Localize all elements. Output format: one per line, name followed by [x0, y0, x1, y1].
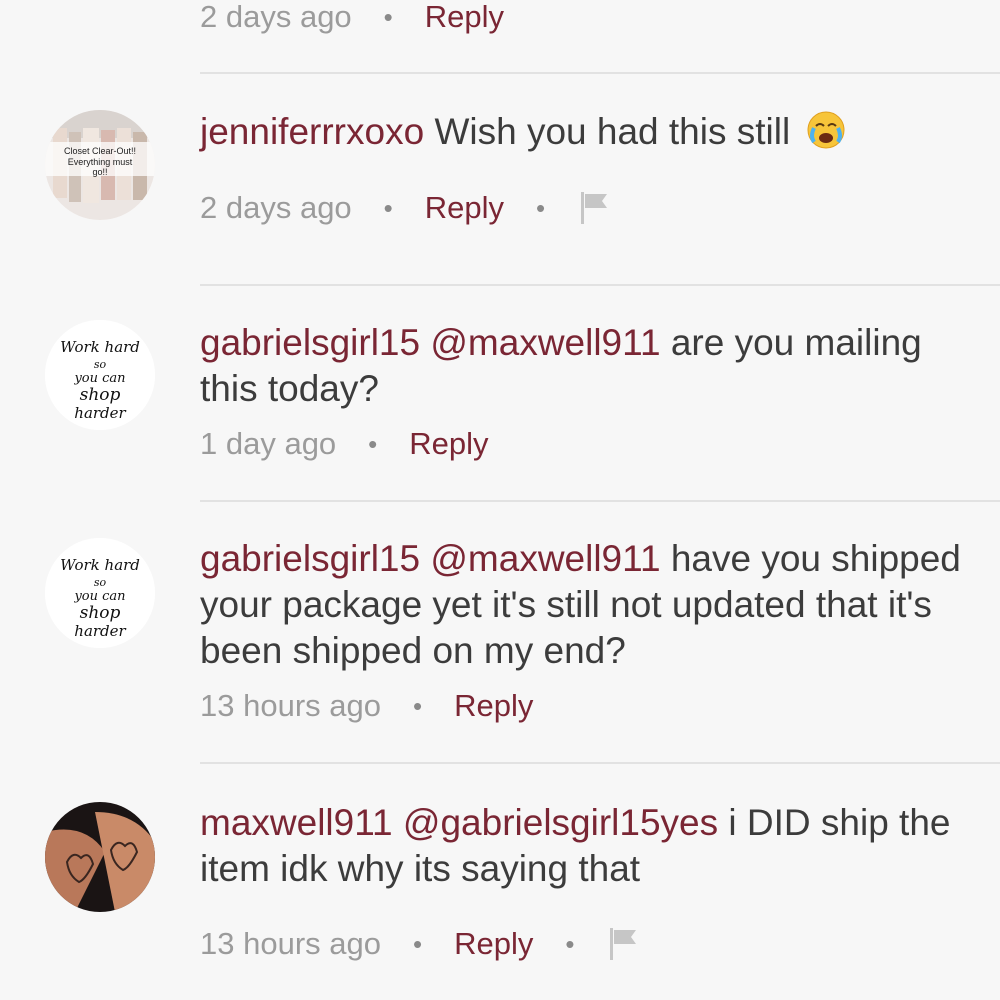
separator-dot: • — [383, 192, 393, 223]
comment-meta: 2 days ago • Reply • — [200, 188, 613, 228]
separator-dot: • — [412, 928, 423, 959]
reply-button[interactable]: Reply — [454, 926, 533, 962]
comment-text: Wish you had this still — [434, 111, 791, 152]
svg-text:shop: shop — [80, 385, 121, 405]
svg-text:Closet Clear-Out!!: Closet Clear-Out!! — [64, 146, 136, 156]
svg-text:Work hard: Work hard — [60, 338, 140, 356]
comment-meta: 13 hours ago • Reply — [200, 686, 533, 726]
reply-button[interactable]: Reply — [454, 688, 533, 724]
svg-text:so: so — [94, 358, 107, 371]
username-link[interactable]: maxwell911 — [200, 802, 393, 843]
avatar[interactable]: Work hard so you can shop harder — [45, 320, 155, 430]
comment-meta: 13 hours ago • Reply • — [200, 924, 642, 964]
flag-icon[interactable] — [606, 926, 642, 962]
flag-icon[interactable] — [577, 190, 613, 226]
username-link[interactable]: jenniferrrxoxo — [200, 111, 424, 152]
svg-text:so: so — [94, 576, 107, 589]
avatar[interactable]: Closet Clear-Out!! Everything must go!! — [45, 110, 155, 220]
comment-body: maxwell911 @gabrielsgirl15yes i DID ship… — [200, 800, 980, 892]
reply-button[interactable]: Reply — [425, 190, 504, 226]
work-hard-avatar-image: Work hard so you can shop harder — [45, 320, 155, 430]
timestamp: 13 hours ago — [200, 926, 381, 961]
timestamp: 2 days ago — [200, 0, 352, 34]
avatar[interactable] — [45, 802, 155, 912]
comment-meta: 2 days ago • Reply — [200, 0, 504, 37]
avatar[interactable]: Work hard so you can shop harder — [45, 538, 155, 648]
svg-text:you can: you can — [73, 589, 125, 604]
svg-text:you can: you can — [73, 371, 125, 386]
comment-body: gabrielsgirl15 @maxwell911 have you ship… — [200, 536, 980, 674]
crying-face-icon — [807, 111, 845, 149]
comment-meta: 1 day ago • Reply — [200, 424, 489, 464]
svg-text:Work hard: Work hard — [60, 556, 140, 574]
svg-text:shop: shop — [80, 603, 121, 623]
timestamp: 2 days ago — [200, 190, 352, 225]
username-link[interactable]: gabrielsgirl15 — [200, 538, 420, 579]
reply-button[interactable]: Reply — [409, 426, 488, 462]
mention-link[interactable]: @maxwell911 — [430, 538, 660, 579]
svg-text:go!!: go!! — [92, 167, 107, 177]
divider — [200, 72, 1000, 74]
comment-body: jenniferrrxoxo Wish you had this still — [200, 109, 980, 155]
divider — [200, 762, 1000, 764]
divider — [200, 500, 1000, 502]
mention-link[interactable]: @maxwell911 — [430, 322, 660, 363]
timestamp: 1 day ago — [200, 426, 337, 461]
comment-body: gabrielsgirl15 @maxwell911 are you maili… — [200, 320, 980, 412]
svg-text:Everything must: Everything must — [68, 157, 133, 167]
mention-link[interactable]: @gabrielsgirl15yes — [403, 802, 718, 843]
separator-dot: • — [565, 928, 575, 959]
separator-dot: • — [368, 428, 378, 459]
svg-text:harder: harder — [74, 404, 126, 422]
work-hard-avatar-image: Work hard so you can shop harder — [45, 538, 155, 648]
separator-dot: • — [383, 1, 393, 32]
divider — [200, 284, 1000, 286]
svg-text:harder: harder — [74, 622, 126, 640]
timestamp: 13 hours ago — [200, 688, 381, 723]
separator-dot: • — [536, 192, 546, 223]
closet-avatar-image: Closet Clear-Out!! Everything must go!! — [45, 110, 155, 220]
separator-dot: • — [412, 690, 423, 721]
reply-button[interactable]: Reply — [425, 0, 504, 35]
tattoo-avatar-image — [45, 802, 155, 912]
username-link[interactable]: gabrielsgirl15 — [200, 322, 420, 363]
